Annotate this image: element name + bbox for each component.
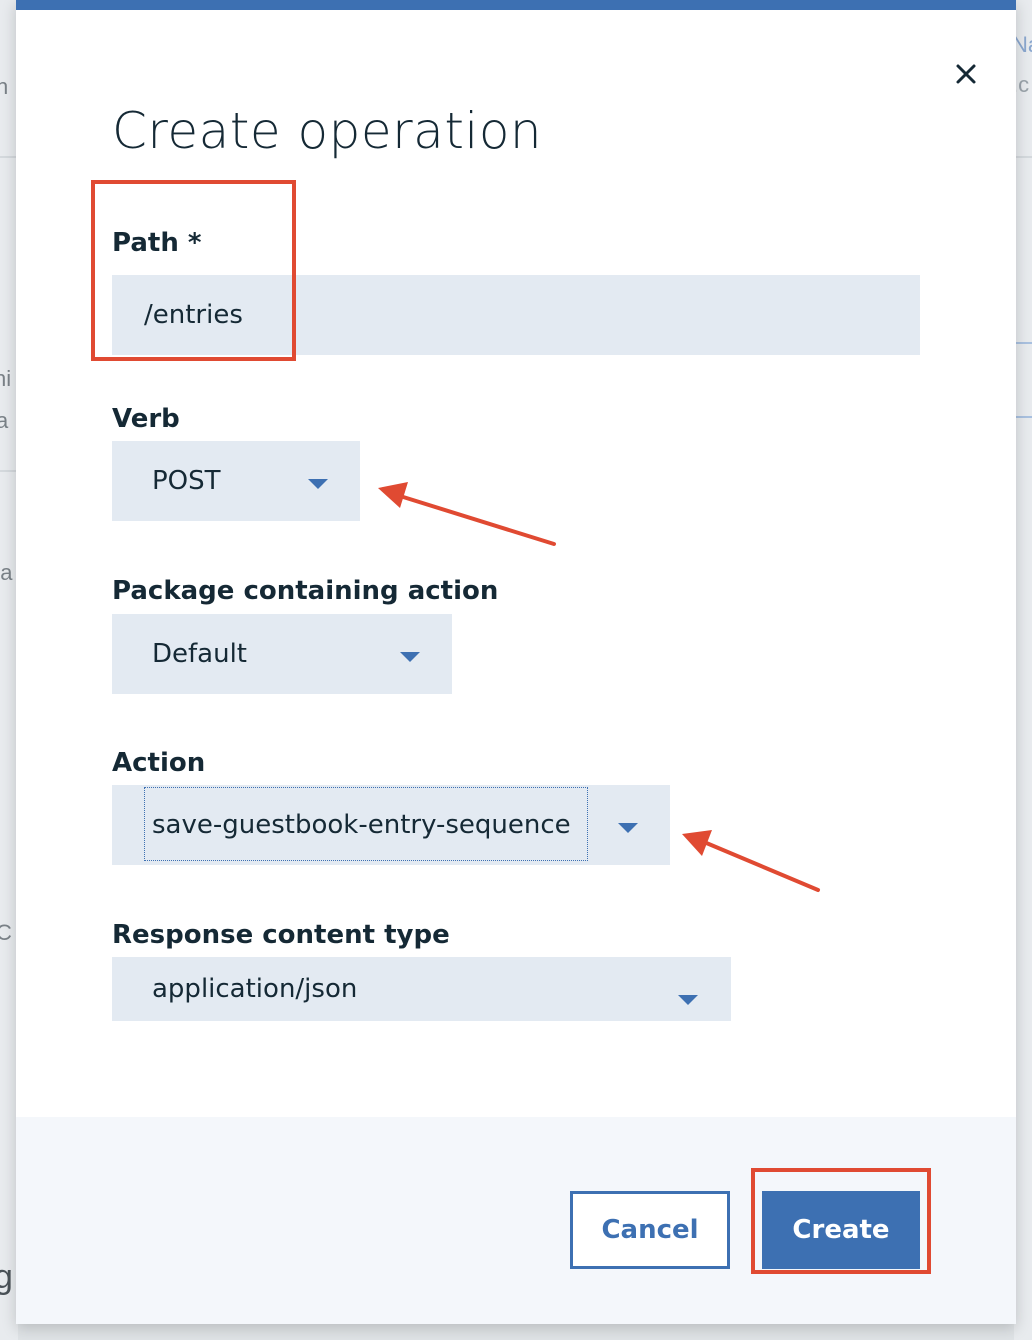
background-text: n xyxy=(0,74,9,99)
verb-select[interactable]: POST xyxy=(112,441,360,521)
modal-footer: Cancel Create xyxy=(16,1117,1016,1324)
cancel-button[interactable]: Cancel xyxy=(570,1191,730,1269)
background-divider xyxy=(1016,156,1032,158)
chevron-down-icon xyxy=(618,823,638,833)
close-button[interactable] xyxy=(948,56,984,92)
chevron-down-icon xyxy=(678,995,698,1005)
background-divider xyxy=(1016,342,1032,344)
background-right-panel xyxy=(1014,0,1032,1340)
chevron-down-icon xyxy=(400,652,420,662)
modal-title: Create operation xyxy=(112,102,543,160)
background-text: C xyxy=(0,920,12,945)
response-type-select[interactable]: application/json xyxy=(112,957,731,1021)
action-select[interactable]: save-guestbook-entry-sequence xyxy=(112,785,670,865)
create-button[interactable]: Create xyxy=(762,1191,920,1269)
close-icon xyxy=(956,64,976,84)
path-input[interactable] xyxy=(112,275,920,355)
verb-label: Verb xyxy=(112,404,180,434)
background-divider xyxy=(0,470,16,472)
create-operation-modal: Create operation Path * Verb POST Packag… xyxy=(16,0,1016,1324)
response-type-select-value: application/json xyxy=(152,974,358,1004)
background-divider xyxy=(0,156,16,158)
background-divider xyxy=(1016,416,1032,418)
package-label: Package containing action xyxy=(112,576,499,606)
background-text: a xyxy=(0,408,9,433)
action-label: Action xyxy=(112,748,206,778)
response-type-label: Response content type xyxy=(112,920,450,950)
background-text: oa xyxy=(0,560,13,585)
chevron-down-icon xyxy=(308,479,328,489)
path-label: Path * xyxy=(112,228,202,258)
verb-select-value: POST xyxy=(152,466,221,496)
background-text: ni xyxy=(0,366,12,391)
action-select-value: save-guestbook-entry-sequence xyxy=(152,810,571,840)
background-text: g xyxy=(0,1258,13,1296)
package-select-value: Default xyxy=(152,639,247,669)
package-select[interactable]: Default xyxy=(112,614,452,694)
